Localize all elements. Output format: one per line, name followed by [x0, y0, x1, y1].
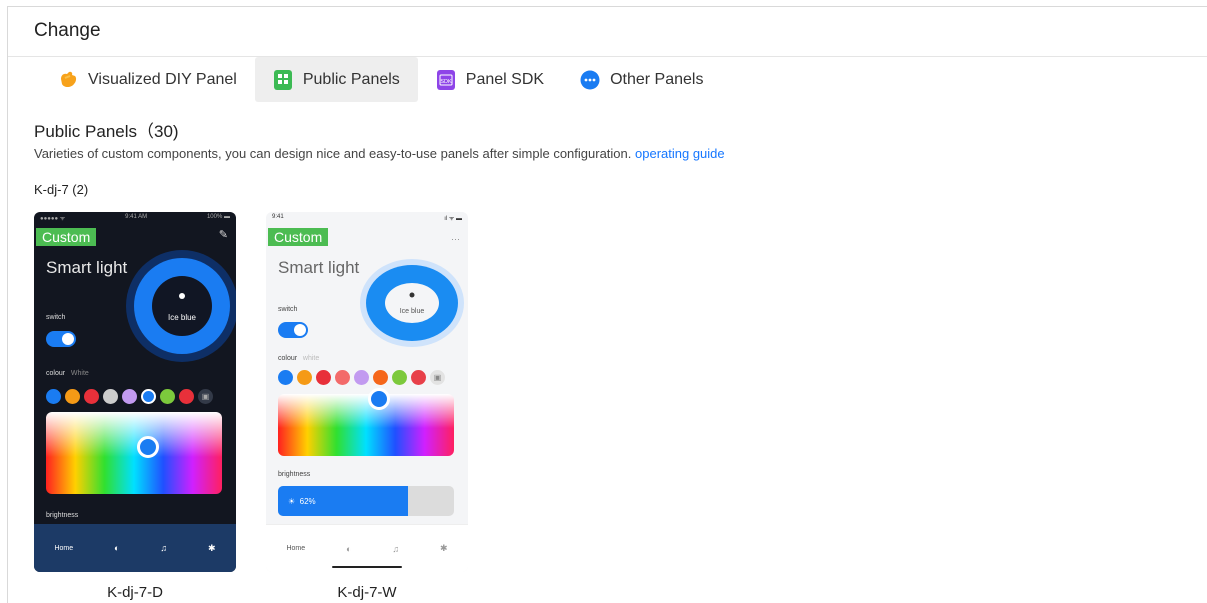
tab-label: Panel SDK — [465, 70, 545, 88]
color-swatch — [373, 370, 388, 385]
custom-badge: Custom — [36, 228, 97, 246]
phone-tab-bar: Home ◐ ♫ ✱ — [34, 524, 236, 572]
color-swatch — [122, 389, 137, 404]
power-toggle — [46, 331, 76, 347]
more-icon: ··· — [451, 234, 460, 244]
more-icon — [580, 70, 600, 90]
tab-other-panels[interactable]: Other Panels — [562, 57, 721, 102]
panel-tabs: Visualized DIY Panel Public Panels SDK P… — [40, 57, 721, 102]
brightness-label: brightness — [278, 471, 311, 478]
panel-card-dark[interactable]: ●●●●● ᯤ 9:41 AM 100% ▬ ✎ Custom Smart li… — [34, 212, 236, 572]
sun-icon: ☀ — [288, 496, 296, 506]
edit-icon: ✎ — [218, 229, 228, 241]
palette-icon: ◐ — [346, 543, 352, 554]
music-icon: ♫ — [392, 543, 400, 554]
section-title: Public Panels（30) — [34, 122, 179, 141]
battery: 100% ▬ — [206, 214, 230, 220]
sdk-icon-text: SDK — [440, 79, 452, 85]
music-icon: ♫ — [160, 543, 168, 553]
swatch-row: ▣ — [46, 389, 213, 404]
settings-icon: ✱ — [439, 543, 448, 553]
panel-card-light[interactable]: 9:41 ıl ᯤ ▬ ··· Custom Smart light Ice b… — [266, 212, 468, 572]
brightness-label: brightness — [46, 512, 79, 519]
phone-title: Smart light — [46, 258, 128, 277]
carrier: ●●●●● ᯤ — [40, 216, 66, 222]
picker-pin-icon — [368, 388, 390, 410]
card-caption: K-dj-7-D — [107, 584, 163, 601]
description-text: Varieties of custom components, you can … — [34, 146, 632, 161]
color-swatch — [141, 389, 156, 404]
sdk-icon: SDK — [436, 69, 456, 90]
tab-visualized-diy-panel[interactable]: Visualized DIY Panel — [40, 57, 255, 102]
color-swatch — [411, 370, 426, 385]
palette-icon: ◐ — [114, 543, 120, 553]
color-ring: Ice blue — [360, 259, 464, 347]
color-ring: Ice blue — [126, 250, 236, 362]
home-indicator — [332, 566, 402, 568]
tab-panel-sdk[interactable]: SDK Panel SDK — [418, 57, 562, 102]
color-swatch — [335, 370, 350, 385]
switch-label: switch — [278, 306, 298, 313]
tab-home: Home — [54, 544, 74, 552]
picker-pin-icon — [137, 436, 159, 458]
tab-label: Public Panels — [302, 70, 400, 88]
colour-label: colour white — [278, 355, 319, 362]
card-caption: K-dj-7-W — [337, 584, 397, 601]
tab-label: Other Panels — [610, 70, 704, 88]
color-swatch — [278, 370, 293, 385]
white-label: white — [302, 355, 320, 362]
hand-icon — [58, 70, 78, 90]
signal-icons: ıl ᯤ ▬ — [444, 216, 462, 222]
custom-badge: Custom — [268, 228, 329, 246]
tab-public-panels[interactable]: Public Panels — [254, 57, 418, 102]
color-swatch — [297, 370, 312, 385]
panel-group-label: K-dj-7 (2) — [34, 182, 89, 197]
color-swatch — [160, 389, 175, 404]
color-swatch — [316, 370, 331, 385]
status-time: 9:41 AM — [125, 214, 148, 220]
phone-title: Smart light — [278, 258, 360, 277]
settings-icon: ✱ — [207, 542, 216, 553]
brightness-value: 62% — [299, 496, 316, 506]
section-description: Varieties of custom components, you can … — [34, 146, 725, 161]
brightness-slider: ☀ 62% — [278, 486, 454, 516]
color-swatch — [65, 389, 80, 404]
colour-label-text: colour — [278, 355, 298, 362]
color-picker — [46, 412, 222, 494]
color-picker — [278, 388, 454, 456]
panel-header: Change — [8, 7, 1207, 57]
swatch-row: ▣ — [278, 370, 445, 385]
color-swatch — [392, 370, 407, 385]
status-time: 9:41 — [272, 214, 284, 220]
color-swatch — [103, 389, 118, 404]
color-swatch — [84, 389, 99, 404]
phone-status-bar: 9:41 ıl ᯤ ▬ — [266, 212, 468, 224]
color-name-label: Ice blue — [400, 308, 425, 315]
switch-label: switch — [46, 314, 66, 321]
color-swatch — [354, 370, 369, 385]
colour-label-text: colour — [46, 370, 66, 377]
brightness-fill: ☀ 62% — [278, 486, 409, 516]
white-label: White — [70, 370, 89, 377]
color-swatch — [46, 389, 61, 404]
colour-label: colour White — [46, 370, 89, 377]
lock-icon: ▣ — [198, 389, 213, 404]
phone-tab-bar: Home ◐ ♫ ✱ — [266, 524, 468, 572]
phone-status-bar: ●●●●● ᯤ 9:41 AM 100% ▬ — [34, 212, 236, 224]
color-swatch — [179, 389, 194, 404]
tab-label: Visualized DIY Panel — [88, 70, 237, 88]
lock-icon: ▣ — [430, 370, 445, 385]
operating-guide-link[interactable]: operating guide — [635, 146, 725, 161]
page-title: Change — [34, 20, 101, 41]
change-panel: Change Visualized DIY Panel Public Panel… — [7, 6, 1207, 603]
power-toggle — [278, 322, 308, 338]
grid-icon — [273, 69, 293, 90]
color-name-label: Ice blue — [168, 313, 197, 322]
tab-home: Home — [286, 545, 306, 552]
